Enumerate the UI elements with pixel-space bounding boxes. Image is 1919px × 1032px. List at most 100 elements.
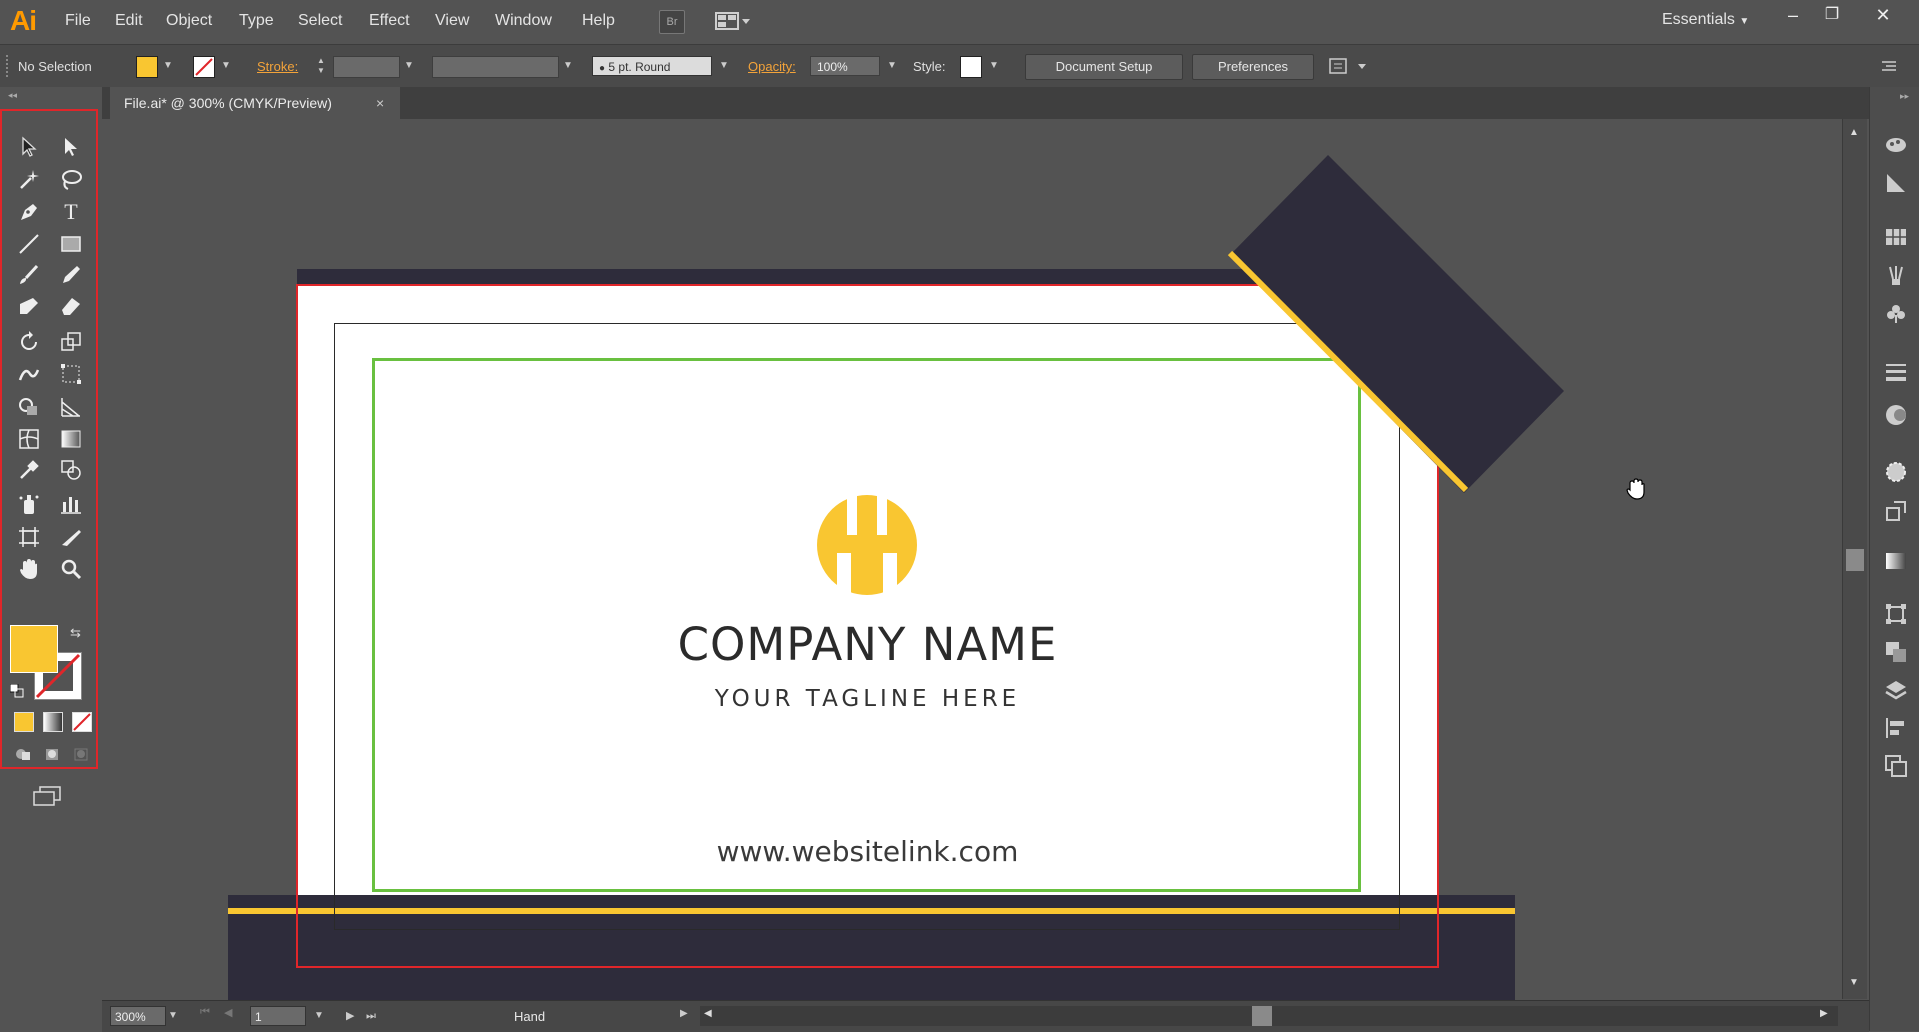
document-tab[interactable]: File.ai* @ 300% (CMYK/Preview) × [110, 87, 400, 119]
stroke-dropdown-arrow[interactable]: ▼ [218, 56, 234, 76]
layers-icon[interactable] [1884, 678, 1908, 702]
options-menu-button[interactable] [1328, 57, 1368, 75]
column-graph-tool-icon[interactable] [54, 489, 88, 519]
appearance-icon[interactable] [1884, 460, 1908, 484]
opacity-dropdown[interactable]: ▼ [884, 56, 900, 76]
arrange-documents-button[interactable] [715, 11, 751, 31]
scroll-thumb[interactable] [1846, 549, 1864, 571]
transparency-icon[interactable] [1884, 403, 1908, 427]
menu-view[interactable]: View [435, 12, 469, 30]
last-artboard-icon[interactable]: ⏭ [366, 1006, 376, 1026]
pen-tool-icon[interactable] [12, 197, 46, 227]
scroll-left-icon[interactable]: ◀ [704, 1008, 712, 1019]
tagline[interactable]: YOUR TAGLINE HERE [297, 686, 1438, 712]
zoom-tool-icon[interactable] [54, 554, 88, 584]
gradient-icon[interactable] [1884, 549, 1908, 573]
draw-normal-icon[interactable] [14, 746, 32, 762]
next-artboard-icon[interactable]: ▶ [346, 1006, 354, 1026]
paintbrush-tool-icon[interactable] [12, 260, 46, 290]
document-setup-button[interactable]: Document Setup [1025, 54, 1183, 80]
variable-width-profile[interactable] [432, 56, 559, 78]
horizontal-scroll-thumb[interactable] [1252, 1006, 1272, 1026]
draw-behind-icon[interactable] [43, 746, 61, 762]
scroll-down-icon[interactable]: ▼ [1849, 977, 1859, 988]
pencil-tool-icon[interactable] [54, 260, 88, 290]
color-icon[interactable] [1884, 171, 1908, 195]
fill-swatch[interactable] [136, 56, 158, 78]
graphic-styles-icon[interactable] [1884, 499, 1908, 523]
symbol-sprayer-tool-icon[interactable] [12, 489, 46, 519]
rectangle-tool-icon[interactable] [54, 229, 88, 259]
opacity-field[interactable]: 100% [810, 56, 880, 76]
pathfinder-icon[interactable] [1884, 640, 1908, 664]
align-icon[interactable] [1884, 716, 1908, 740]
eraser-tool-icon[interactable] [54, 291, 88, 321]
zoom-field[interactable]: 300% [110, 1006, 166, 1026]
hand-tool-icon[interactable] [12, 554, 46, 584]
color-mode-icon[interactable] [14, 712, 34, 732]
gradient-mode-icon[interactable] [43, 712, 63, 732]
lasso-tool-icon[interactable] [54, 165, 88, 195]
color-guide-icon[interactable] [1884, 133, 1908, 157]
company-logo[interactable] [815, 493, 919, 597]
website-link[interactable]: www.websitelink.com [297, 835, 1438, 868]
type-tool-icon[interactable]: T [54, 197, 88, 227]
fill-color-box[interactable] [10, 625, 58, 673]
horizontal-scrollbar[interactable]: ◀ ▶ [700, 1006, 1838, 1026]
bridge-button[interactable]: Br [659, 10, 685, 34]
company-name[interactable]: COMPANY NAME [297, 618, 1438, 671]
panel-menu-icon[interactable] [1878, 57, 1898, 75]
opacity-label[interactable]: Opacity: [748, 59, 796, 74]
draw-inside-icon[interactable] [72, 746, 90, 762]
stroke-weight-stepper[interactable]: ▲ ▼ [313, 56, 329, 76]
vertical-scrollbar[interactable]: ▲ ▼ [1842, 119, 1867, 999]
perspective-grid-tool-icon[interactable] [54, 392, 88, 422]
menu-type[interactable]: Type [239, 12, 274, 30]
direct-selection-tool-icon[interactable] [54, 132, 88, 162]
transform-icon[interactable] [1884, 602, 1908, 626]
artboard-tool-icon[interactable] [12, 522, 46, 552]
workspace-switcher[interactable]: Essentials ▼ [1662, 11, 1749, 29]
default-colors-icon[interactable] [9, 683, 24, 698]
stroke-weight-field[interactable] [333, 56, 400, 78]
prev-artboard-icon[interactable]: ◀ [224, 1006, 232, 1019]
zoom-dropdown[interactable]: ▼ [168, 1006, 184, 1026]
warp-tool-icon[interactable] [12, 359, 46, 389]
brushes-icon[interactable] [1884, 263, 1908, 287]
menu-file[interactable]: File [65, 12, 91, 30]
symbols-icon[interactable] [1884, 301, 1908, 325]
screen-mode-icon[interactable] [32, 785, 62, 807]
stroke-icon[interactable] [1884, 359, 1908, 383]
swatches-icon[interactable] [1884, 225, 1908, 249]
close-tab-icon[interactable]: × [376, 87, 384, 119]
fill-dropdown-arrow[interactable]: ▼ [160, 56, 176, 76]
line-segment-tool-icon[interactable] [12, 229, 46, 259]
artboards-icon[interactable] [1884, 754, 1908, 778]
menu-window[interactable]: Window [495, 12, 552, 30]
brush-definition-field[interactable]: ● 5 pt. Round [592, 56, 712, 76]
menu-object[interactable]: Object [166, 12, 212, 30]
blend-tool-icon[interactable] [54, 455, 88, 485]
artboard-number-field[interactable]: 1 [250, 1006, 306, 1026]
menu-select[interactable]: Select [298, 12, 342, 30]
brush-dropdown[interactable]: ▼ [716, 56, 732, 76]
corner-diagonal-shape[interactable] [1220, 145, 1580, 505]
artboard-dropdown[interactable]: ▼ [314, 1006, 324, 1026]
stroke-swatch[interactable] [193, 56, 215, 78]
graphic-style-swatch[interactable] [960, 56, 982, 78]
magic-wand-tool-icon[interactable] [12, 165, 46, 195]
profile-dropdown[interactable]: ▼ [560, 56, 576, 76]
slice-tool-icon[interactable] [54, 522, 88, 552]
selection-tool-icon[interactable] [12, 132, 46, 162]
menu-effect[interactable]: Effect [369, 12, 410, 30]
shape-builder-tool-icon[interactable] [12, 392, 46, 422]
status-menu-arrow[interactable]: ▶ [680, 1008, 688, 1019]
swap-colors-icon[interactable]: ⇆ [70, 625, 81, 641]
stroke-weight-dropdown[interactable]: ▼ [401, 56, 417, 76]
menu-help[interactable]: Help [582, 12, 615, 30]
rotate-tool-icon[interactable] [12, 327, 46, 357]
expand-panels-icon[interactable]: ▸▸ [1900, 91, 1909, 102]
menu-edit[interactable]: Edit [115, 12, 143, 30]
none-mode-icon[interactable] [72, 712, 92, 732]
restore-button[interactable]: ❐ [1817, 4, 1847, 26]
